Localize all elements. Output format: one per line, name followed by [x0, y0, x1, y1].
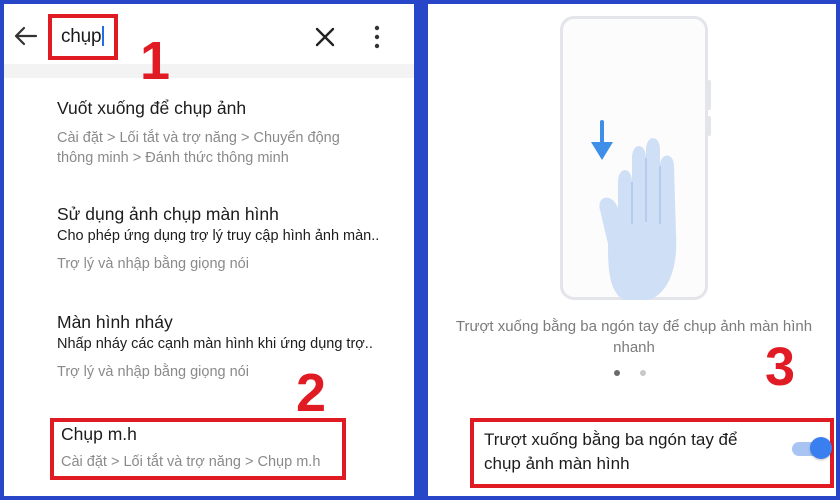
result-path: Trợ lý và nhập bằng giọng nói: [57, 256, 249, 272]
phone-side-button: [706, 116, 711, 136]
text-caret: [102, 26, 105, 46]
phone-side-button: [706, 80, 711, 110]
search-input[interactable]: chụp: [48, 14, 118, 60]
search-result-item[interactable]: Màn hình nháy Nhấp nháy các cạnh màn hìn…: [57, 310, 407, 382]
step-number-3: 3: [765, 337, 796, 397]
search-result-item[interactable]: Vuốt xuống để chụp ảnh Cài đặt > Lối tắt…: [57, 96, 407, 168]
page-dot: [640, 370, 646, 376]
close-icon[interactable]: [314, 26, 336, 48]
page-dot-active: [614, 370, 620, 376]
page-indicator: [612, 370, 652, 380]
toggle-thumb: [810, 437, 832, 459]
search-results-panel: chụp Vuốt xuống để chụp ảnh Cài đặt > Lố…: [4, 4, 414, 496]
step-number-1: 1: [140, 31, 171, 91]
result-title: Sử dụng ảnh chụp màn hình: [57, 204, 279, 224]
three-finger-screenshot-toggle[interactable]: [792, 436, 832, 462]
result-description: Cho phép ứng dụng trợ lý truy cập hình ả…: [57, 228, 380, 244]
result-description: Nhấp nháy các cạnh màn hình khi ứng dụng…: [57, 336, 373, 352]
search-query: chụp: [61, 26, 102, 47]
gesture-setting-panel: Trượt xuống bằng ba ngón tay để chụp ảnh…: [428, 4, 836, 496]
result-path: Cài đặt > Lối tắt và trợ năng > Chụp m.h: [61, 454, 321, 470]
more-vertical-icon[interactable]: [370, 24, 384, 50]
search-result-item[interactable]: Sử dụng ảnh chụp màn hình Cho phép ứng d…: [57, 202, 407, 274]
search-result-item-screenshot[interactable]: Chụp m.h Cài đặt > Lối tắt và trợ năng >…: [61, 422, 411, 472]
result-path: Cài đặt > Lối tắt và trợ năng > Chuyển đ…: [57, 130, 340, 166]
result-title: Vuốt xuống để chụp ảnh: [57, 98, 247, 118]
result-title: Màn hình nháy: [57, 312, 173, 332]
step-number-2: 2: [296, 363, 327, 423]
three-finger-screenshot-label: Trượt xuống bằng ba ngón tay để chụp ảnh…: [484, 430, 738, 473]
arrow-left-icon[interactable]: [12, 22, 40, 50]
three-finger-swipe-icon: [591, 120, 677, 300]
result-path: Trợ lý và nhập bằng giọng nói: [57, 364, 249, 380]
search-bar-divider: [4, 64, 414, 78]
result-title: Chụp m.h: [61, 424, 137, 444]
